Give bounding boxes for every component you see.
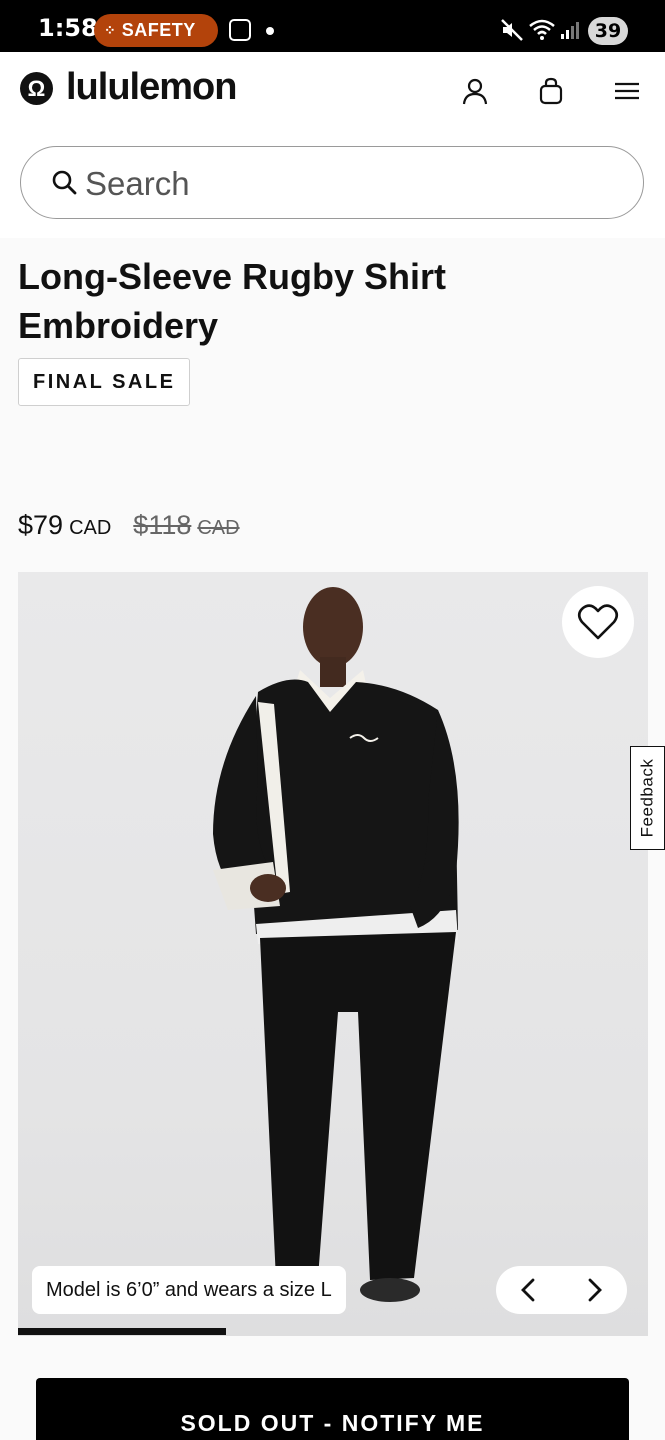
site-header: Ω lululemon [0,52,665,132]
final-sale-badge: FINAL SALE [18,358,191,406]
carousel-controls [496,1266,627,1314]
image-progress-bar [18,1328,226,1335]
wifi-icon [529,19,555,40]
search-icon [52,170,77,195]
account-icon[interactable] [460,76,490,106]
product-title: Long-Sleeve Rugby Shirt Embroidery [18,256,447,346]
lululemon-logo-icon[interactable]: Ω [20,72,53,105]
battery-indicator: 39 [588,17,628,45]
model-caption: Model is 6’0” and wears a size L [32,1266,346,1314]
signal-icon [561,22,579,39]
feedback-tab[interactable]: Feedback [630,746,665,850]
previous-arrow-icon[interactable] [516,1277,542,1303]
original-currency: CAD [197,517,240,539]
sold-out-notify-button[interactable]: SOLD OUT - NOTIFY ME [36,1378,629,1440]
price-row: $79 CAD $118 CAD [18,510,240,541]
notification-dot-icon [266,27,274,35]
status-time: 1:58 [38,14,98,42]
original-price: $118 [133,510,192,540]
search-placeholder: Search [85,165,190,202]
sale-currency: CAD [69,517,112,539]
search-input[interactable]: Search [20,146,644,219]
brand-wordmark[interactable]: lululemon [66,66,237,109]
feedback-label: Feedback [637,758,657,838]
menu-icon[interactable] [612,76,642,106]
mute-icon [501,19,523,41]
screenshot-icon [229,19,251,41]
safety-label: SAFETY [121,20,196,40]
product-detail: Long-Sleeve Rugby Shirt Embroidery FINAL… [0,238,665,1440]
wishlist-button[interactable] [562,586,634,658]
status-bar: 1:58 ⁘ SAFETY 39 [0,0,665,52]
sale-price: $79 [18,510,64,540]
next-arrow-icon[interactable] [581,1277,607,1303]
safety-icon: ⁘ [104,22,116,38]
safety-pill[interactable]: ⁘ SAFETY [94,14,218,47]
heart-icon [577,604,619,640]
product-image[interactable]: Model is 6’0” and wears a size L [18,572,648,1336]
model-illustration [213,587,459,1302]
bag-icon[interactable] [536,76,566,106]
